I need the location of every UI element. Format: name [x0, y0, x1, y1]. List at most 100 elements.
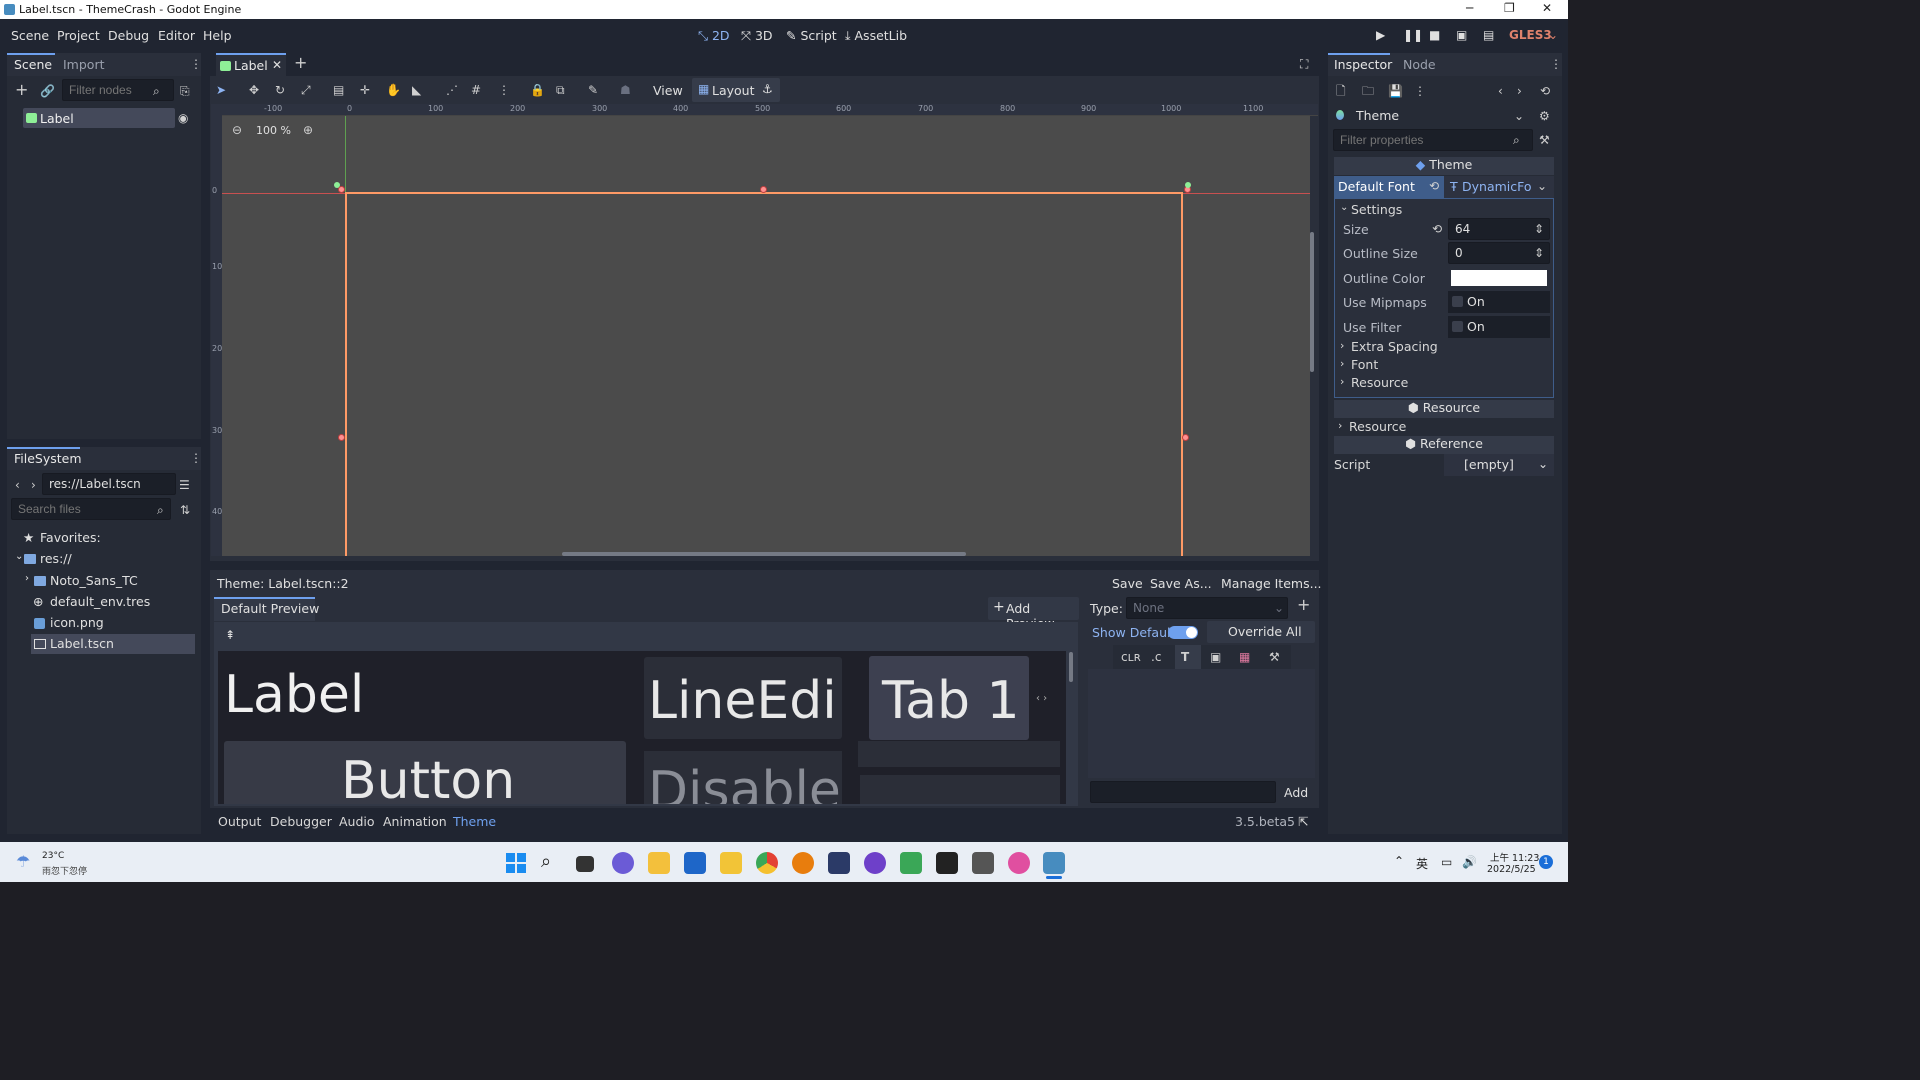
stop-icon[interactable]: ■: [1429, 28, 1440, 42]
anchor-handle[interactable]: [334, 182, 340, 188]
anchor-handle[interactable]: [1185, 182, 1191, 188]
tab-output[interactable]: Output: [218, 814, 261, 829]
fs-item[interactable]: Noto_Sans_TC: [50, 573, 138, 588]
menu-debug[interactable]: Debug: [108, 28, 149, 43]
icon-icon[interactable]: ▣: [1210, 650, 1221, 664]
rotate-mode-icon[interactable]: ↻: [275, 83, 285, 97]
horizontal-ruler[interactable]: -100 0 100 200 300 400 500 600 700 800 9…: [222, 104, 1318, 116]
history-forward-icon[interactable]: ›: [1517, 84, 1522, 98]
pan-mode-icon[interactable]: ✋: [386, 83, 401, 97]
dock-menu-icon[interactable]: ⋮: [190, 57, 202, 71]
settings-group[interactable]: Settings: [1351, 202, 1402, 217]
volume-icon[interactable]: 🔊: [1462, 855, 1477, 869]
minimize-icon[interactable]: ─: [1466, 1, 1473, 15]
show-default-toggle[interactable]: [1168, 626, 1198, 639]
file-explorer-icon[interactable]: [648, 852, 670, 874]
preview-scrollbar[interactable]: [1069, 652, 1073, 682]
stylebox-icon[interactable]: ▦: [1239, 650, 1250, 664]
start-icon[interactable]: [505, 852, 527, 874]
add-item-input[interactable]: [1090, 781, 1276, 803]
font-icon[interactable]: T: [1181, 650, 1189, 664]
weather-icon[interactable]: ☂: [16, 852, 30, 871]
picker-icon[interactable]: ⇞: [225, 628, 235, 642]
notepad-icon[interactable]: [900, 852, 922, 874]
canvas-viewport[interactable]: ⊖ 100 % ⊕: [222, 116, 1310, 556]
add-item-button[interactable]: Add: [1284, 785, 1308, 800]
menu-editor[interactable]: Editor: [158, 28, 195, 43]
new-scene-tab-icon[interactable]: +: [294, 55, 307, 71]
play-icon[interactable]: ▶: [1376, 28, 1385, 42]
bones-icon[interactable]: ✎: [588, 83, 598, 97]
resource-group[interactable]: Resource: [1349, 419, 1406, 434]
chevron-right-icon[interactable]: ›: [25, 573, 29, 584]
chevron-down-icon[interactable]: ⌄: [1340, 202, 1348, 213]
dock-menu-icon[interactable]: ⋮: [190, 451, 202, 465]
chevron-right-icon[interactable]: ›: [1340, 375, 1344, 388]
theme-save-button[interactable]: Save: [1112, 576, 1143, 591]
chrome-icon[interactable]: [756, 852, 778, 874]
workspace-assetlib-button[interactable]: ⤓ AssetLib: [845, 28, 907, 44]
label-node-rect[interactable]: [345, 192, 1183, 556]
type-select[interactable]: None: [1126, 597, 1288, 619]
task-view-icon[interactable]: [576, 856, 594, 872]
close-icon[interactable]: ✕: [272, 58, 282, 72]
menu-help[interactable]: Help: [203, 28, 232, 43]
revert-icon[interactable]: ⟲: [1432, 222, 1442, 236]
filter-properties-input[interactable]: [1333, 129, 1533, 151]
resize-handle[interactable]: [760, 186, 767, 193]
tray-chevron-icon[interactable]: ⌃: [1394, 854, 1404, 868]
play-scene-icon[interactable]: ▣: [1456, 28, 1467, 42]
notification-badge[interactable]: 1: [1539, 855, 1553, 869]
dock-menu-icon[interactable]: ⋮: [1550, 57, 1562, 71]
menu-project[interactable]: Project: [57, 28, 100, 43]
smart-snap-icon[interactable]: ⋰: [446, 83, 458, 97]
constant-icon[interactable]: .c: [1151, 650, 1161, 664]
pause-icon[interactable]: ❚❚: [1403, 28, 1423, 42]
resize-handle[interactable]: [338, 434, 345, 441]
lock-icon[interactable]: 🔒: [530, 83, 545, 97]
tab-debugger[interactable]: Debugger: [270, 814, 332, 829]
theme-save-as-button[interactable]: Save As...: [1150, 576, 1212, 591]
inspected-resource[interactable]: Theme: [1356, 108, 1399, 123]
move-mode-icon[interactable]: ✥: [249, 83, 259, 97]
split-view-icon[interactable]: ☰: [179, 478, 190, 492]
expand-panel-icon[interactable]: ⇱: [1298, 814, 1308, 829]
weather-temp[interactable]: 23°C: [42, 851, 64, 861]
close-window-icon[interactable]: ✕: [1542, 1, 1552, 15]
chevron-down-icon[interactable]: ⌄: [1537, 179, 1547, 193]
inkscape-icon[interactable]: [936, 852, 958, 874]
vertical-ruler[interactable]: 0 100 200 300 400: [211, 104, 227, 556]
forward-icon[interactable]: ›: [31, 478, 36, 492]
clock-time[interactable]: 上午 11:23: [1490, 850, 1539, 864]
search-files-input[interactable]: [11, 498, 171, 520]
instance-scene-icon[interactable]: ⎘: [180, 84, 190, 98]
path-field[interactable]: res://Label.tscn: [42, 473, 176, 495]
workspace-2d-button[interactable]: ⤡ 2D: [698, 28, 730, 44]
pivot-mode-icon[interactable]: ✛: [360, 83, 370, 97]
tree-item-label[interactable]: Label: [23, 108, 175, 128]
workspace-3d-button[interactable]: ⤧ 3D: [741, 28, 773, 44]
view-menu[interactable]: View: [653, 83, 683, 98]
fs-item[interactable]: Label.tscn: [50, 636, 114, 651]
more-icon[interactable]: ⋮: [1414, 84, 1426, 98]
save-resource-icon[interactable]: 💾: [1388, 84, 1403, 98]
restore-icon[interactable]: ❐: [1504, 1, 1515, 15]
type-settings-icon[interactable]: ⚒: [1269, 650, 1280, 664]
teams-icon[interactable]: [612, 852, 634, 874]
extra-spacing-group[interactable]: Extra Spacing: [1351, 339, 1438, 354]
resize-handle[interactable]: [1182, 434, 1189, 441]
scene-tab-label[interactable]: Label ✕: [216, 53, 286, 76]
favorites-label[interactable]: Favorites:: [40, 530, 101, 545]
layout-button[interactable]: ▦ Layout ⚓: [692, 78, 780, 102]
zoom-level[interactable]: 100 %: [256, 124, 291, 137]
list-select-icon[interactable]: ▤: [333, 83, 344, 97]
app-icon[interactable]: [828, 852, 850, 874]
tab-audio[interactable]: Audio: [339, 814, 375, 829]
cursor-icon[interactable]: ☗: [620, 83, 631, 97]
tab-node[interactable]: Node: [1403, 57, 1436, 72]
snap-options-icon[interactable]: ⋮: [498, 83, 510, 97]
load-resource-icon[interactable]: 🗀: [1362, 84, 1374, 98]
object-props-icon[interactable]: ⚙: [1539, 109, 1550, 123]
use-mipmaps-checkbox[interactable]: On: [1448, 291, 1550, 313]
manage-items-button[interactable]: Manage Items...: [1221, 576, 1322, 591]
